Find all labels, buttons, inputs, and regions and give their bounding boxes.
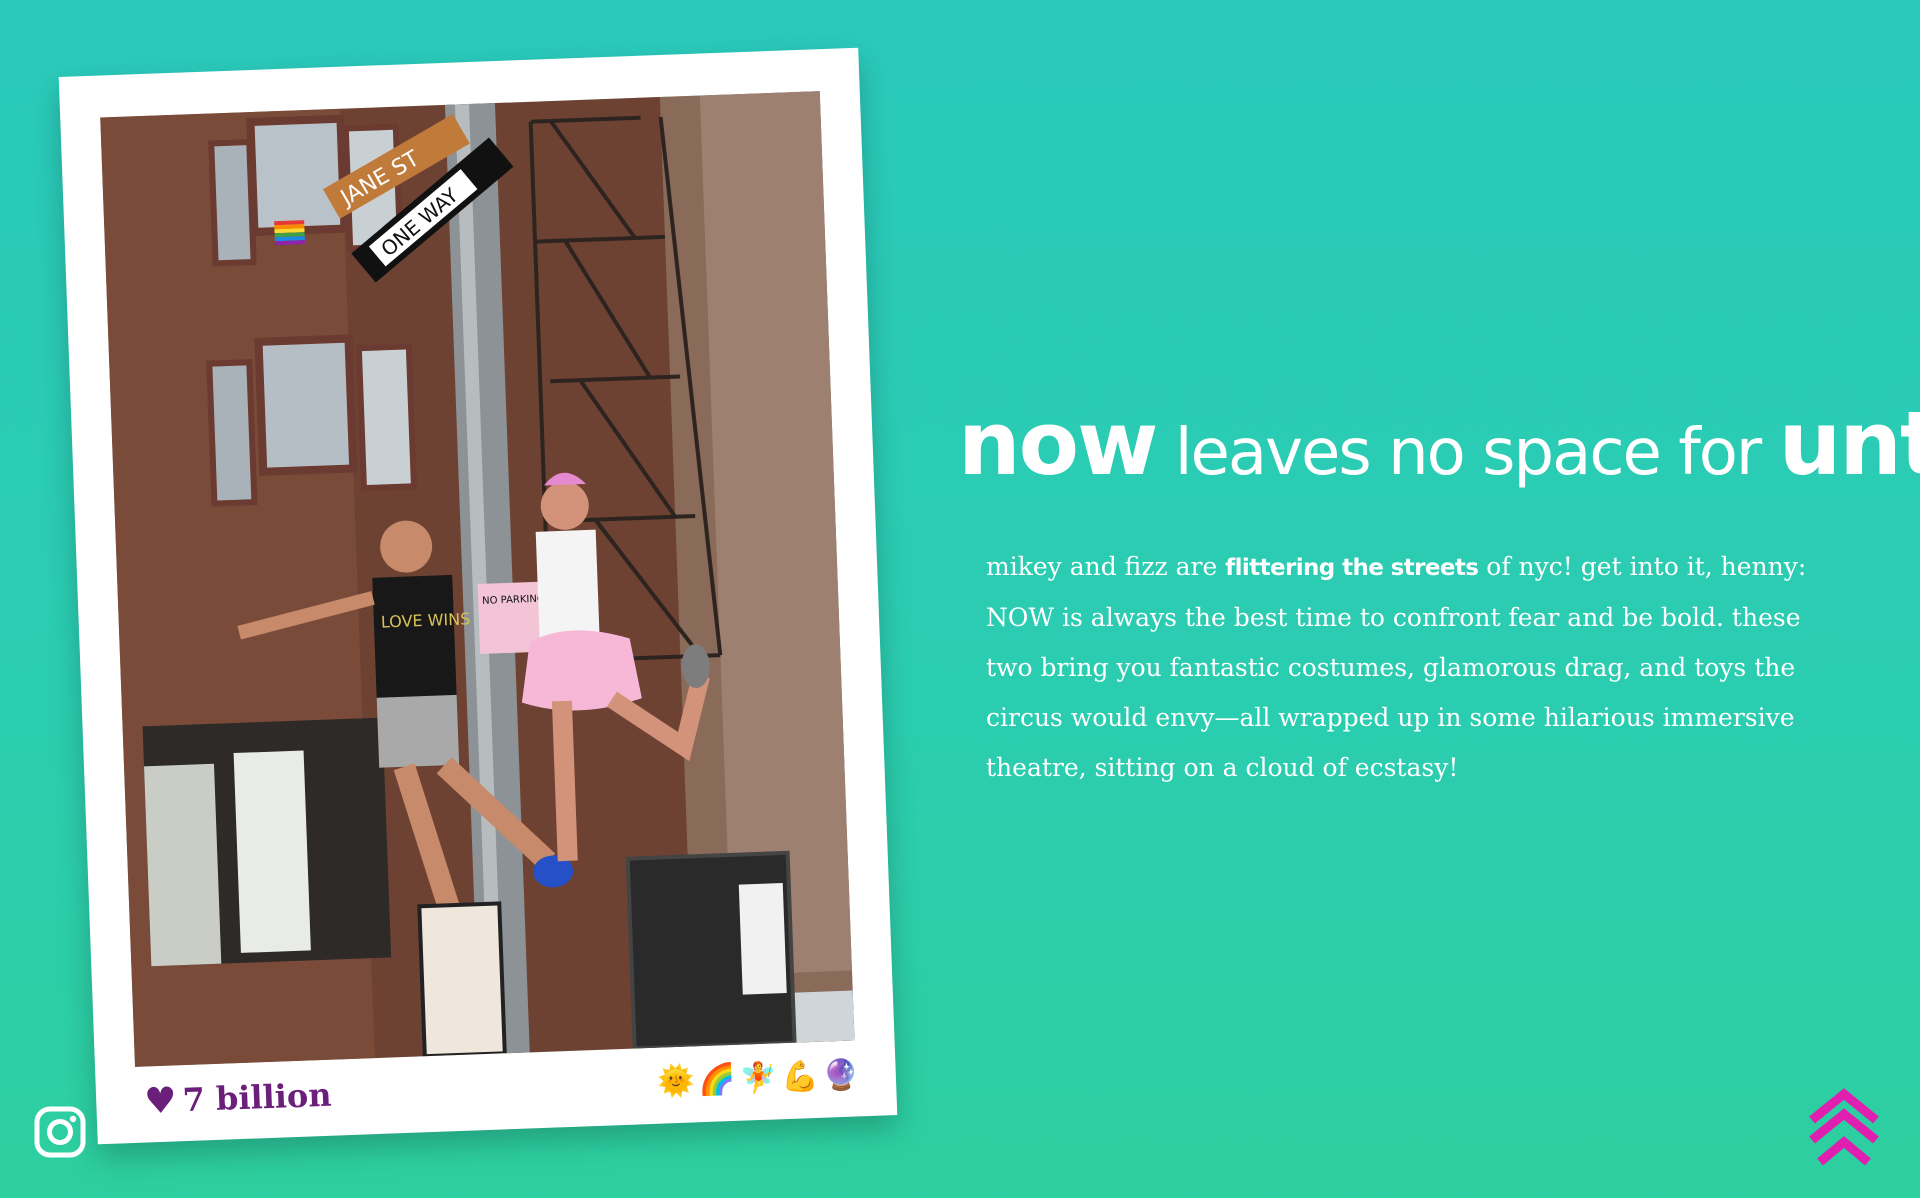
paragraph-before: mikey and fizz are: [986, 552, 1226, 581]
street-photo: JANE ST ONE WAY NO PARKING LOVE WINS: [100, 91, 855, 1067]
likes-count: 7 billion: [181, 1075, 333, 1120]
shirt-text: LOVE WINS: [381, 609, 471, 631]
instagram-icon[interactable]: [34, 1106, 86, 1158]
sun-face-icon: 🌞: [656, 1063, 696, 1100]
flexed-biceps-icon: 💪: [780, 1058, 820, 1096]
parking-sign-text: NO PARKING: [482, 594, 545, 607]
intro-paragraph: mikey and fizz are flittering the street…: [986, 542, 1816, 793]
paragraph-after: of nyc! get into it, henny: NOW is alway…: [986, 552, 1807, 782]
page-headline: now leaves no space for until: [958, 400, 1920, 490]
headline-middle: leaves no space for: [1156, 416, 1779, 490]
likes-counter: ♥ 7 billion: [143, 1075, 333, 1123]
fairy-icon: 🧚: [739, 1060, 778, 1097]
crystal-ball-icon: 🔮: [821, 1057, 861, 1094]
paragraph-emphasis: flittering the streets: [1225, 555, 1479, 581]
photo-card: JANE ST ONE WAY NO PARKING LOVE WINS ♥ 7…: [58, 47, 898, 1145]
back-to-top-button[interactable]: [1806, 1086, 1882, 1170]
heart-icon: ♥: [143, 1079, 178, 1123]
rainbow-icon: 🌈: [697, 1061, 737, 1099]
headline-until: until: [1778, 392, 1920, 495]
headline-now: now: [958, 392, 1158, 495]
chevrons-up-icon: [1809, 1088, 1879, 1166]
emoji-row: 🌞 🌈 🧚 💪 🔮: [656, 1057, 861, 1100]
